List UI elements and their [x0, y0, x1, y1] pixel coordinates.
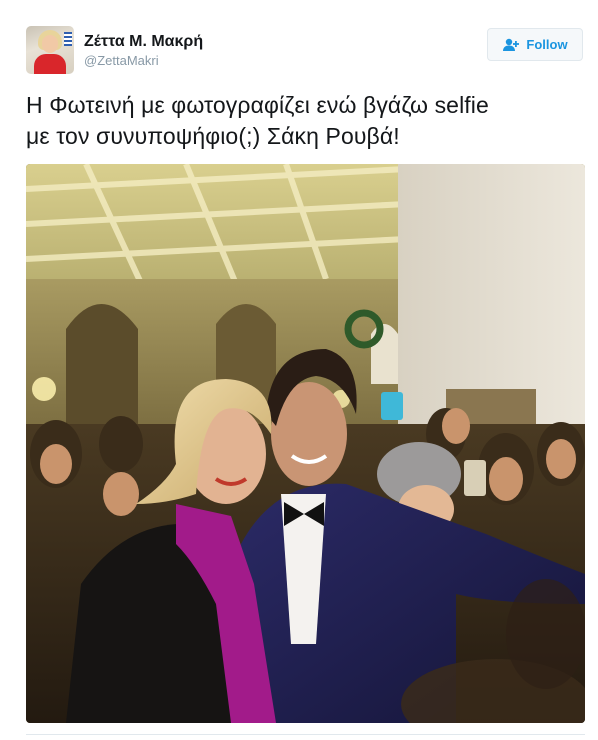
screen-name[interactable]: @ZettaMakri: [84, 52, 203, 70]
add-user-icon: [502, 38, 520, 52]
avatar-face: [42, 35, 58, 53]
follow-button[interactable]: Follow: [487, 28, 583, 61]
bottom-divider: [26, 734, 585, 735]
user-info: Ζέττα Μ. Μακρή @ZettaMakri: [84, 33, 203, 70]
display-name[interactable]: Ζέττα Μ. Μακρή: [84, 33, 203, 51]
avatar-body: [34, 54, 66, 74]
tweet-photo[interactable]: [26, 164, 585, 723]
avatar-flag: [64, 32, 72, 46]
tweet-text: Η Φωτεινή με φωτογραφίζει ενώ βγάζω self…: [26, 90, 576, 152]
selfie-photo-illustration: [26, 164, 585, 723]
avatar[interactable]: [26, 26, 74, 74]
tweet-text-line-2: με τον συνυποψήφιο(;) Σάκη Ρουβά!: [26, 123, 400, 149]
tweet-card: Ζέττα Μ. Μακρή @ZettaMakri Follow Η Φωτε…: [0, 0, 598, 740]
follow-label: Follow: [526, 37, 568, 52]
tweet-text-line-1: Η Φωτεινή με φωτογραφίζει ενώ βγάζω self…: [26, 92, 489, 118]
